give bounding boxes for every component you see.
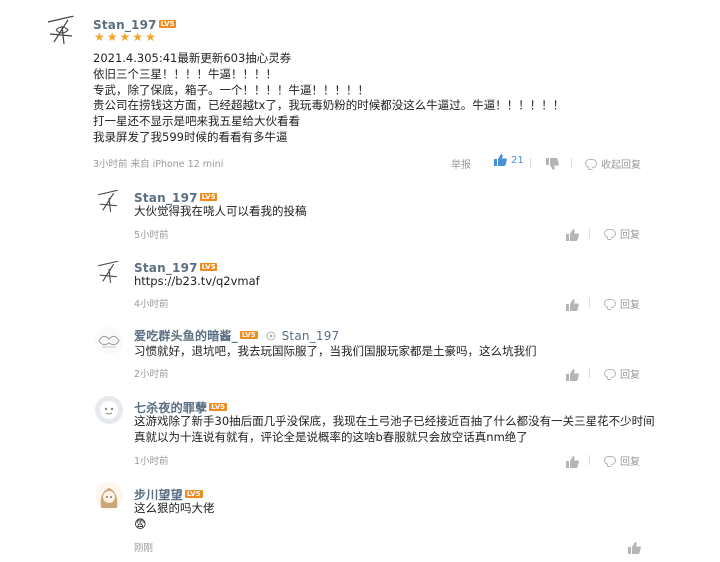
level-badge: LV5: [199, 262, 218, 271]
thumb-up-icon: [566, 299, 579, 311]
star-icon: ★: [106, 30, 118, 44]
level-badge: LV5: [199, 192, 218, 201]
comment-icon: [604, 299, 616, 308]
reply-meta: 4小时前: [134, 299, 169, 310]
emoji: 😨: [134, 517, 147, 531]
star-icon: ★: [119, 30, 131, 44]
comment-line: 贵公司在捞钱这方面，已经超越tx了，我玩毒奶粉的时候都没这么牛逼过。牛逼！！！！…: [93, 98, 565, 113]
comment-icon: [585, 159, 597, 168]
star-icon: ★: [94, 30, 105, 44]
comment-line: 打一星还不显示是吧来我五星给大伙看看: [93, 114, 300, 129]
divider: [530, 158, 531, 168]
reply-arrow-icon: [266, 331, 276, 340]
report-button[interactable]: 举报: [451, 156, 471, 171]
like-button[interactable]: [566, 453, 579, 472]
thumb-up-icon: [494, 154, 507, 166]
reply-label: 回复: [620, 457, 640, 468]
avatar[interactable]: [95, 187, 123, 215]
thumb-down-icon: [546, 158, 559, 170]
divider: [589, 228, 590, 238]
reply-button[interactable]: 回复: [604, 366, 640, 381]
divider: [589, 455, 590, 465]
reply-text: 习惯就好，退坑吧，我去玩国际服了，当我们国服玩家都是土豪吗，这么坑我们: [134, 344, 537, 358]
thumb-up-icon: [628, 542, 641, 554]
username[interactable]: 步川望望: [134, 488, 183, 502]
comment-line: 专武，除了保底，箱子。一个！！！！牛逼！！！！！: [93, 82, 369, 97]
level-badge: LV5: [239, 330, 258, 339]
reply-label: 回复: [620, 230, 640, 241]
reply-text: 大伙觉得我在哓人可以看我的投稿: [134, 204, 307, 218]
username[interactable]: 爱吃群头鱼的暗酱_: [134, 327, 238, 344]
level-badge: LV5: [184, 489, 203, 498]
star-rating: ★ ★ ★ ★ ★: [94, 31, 156, 43]
dislike-button[interactable]: [546, 155, 559, 174]
star-icon: ★: [145, 30, 156, 44]
reply-link[interactable]: https://b23.tv/q2vmaf: [134, 274, 260, 290]
username[interactable]: 七杀夜的罪孽: [134, 401, 207, 415]
reply-meta: 2小时前: [134, 369, 169, 380]
reply-meta: 5小时前: [134, 230, 169, 241]
like-button[interactable]: 21: [494, 154, 524, 166]
thumb-up-icon: [566, 456, 579, 468]
thumb-up-icon: [566, 369, 579, 381]
collapse-label: 收起回复: [601, 160, 641, 171]
reply-meta: 1小时前: [134, 456, 169, 467]
reply-body: 这游戏除了新手30抽后面几乎没保底，我现在土弓池子已经接近百抽了什么都没有一关三…: [134, 414, 655, 446]
reply-button[interactable]: 回复: [604, 296, 640, 311]
reply-meta: 刚刚: [134, 543, 154, 554]
reply-text: 这么狠的吗大佬: [134, 501, 215, 515]
comment-meta: 3小时前 来自 iPhone 12 mini: [93, 159, 224, 170]
divider: [589, 298, 590, 308]
level-badge: LV5: [209, 402, 227, 411]
level-badge: LV5: [158, 19, 177, 28]
reply-text: 这游戏除了新手30抽后面几乎没保底，我现在土弓池子已经接近百抽了什么都没有一关三…: [134, 414, 655, 428]
comment-body: 2021.4.305:41最新更新603抽心灵券 依旧三个三星！！！！牛逼！！！…: [93, 51, 564, 146]
like-count: 21: [511, 154, 524, 166]
like-button[interactable]: [566, 366, 579, 385]
reply-label: 回复: [620, 370, 640, 381]
like-button[interactable]: [566, 226, 579, 245]
reply-header: 爱吃群头鱼的暗酱_ LV5 Stan_197: [134, 327, 339, 344]
avatar[interactable]: [95, 482, 123, 510]
avatar[interactable]: [95, 396, 123, 424]
reply-to-username[interactable]: Stan_197: [282, 329, 340, 343]
divider: [589, 368, 590, 378]
thumb-up-icon: [566, 229, 579, 241]
comment-icon: [604, 229, 616, 238]
username[interactable]: Stan_197: [134, 261, 198, 275]
comment-line: 2021.4.305:41最新更新603抽心灵券: [93, 51, 292, 65]
reply-button[interactable]: 回复: [604, 226, 640, 241]
reply-label: 回复: [620, 300, 640, 311]
comment-icon: [604, 369, 616, 378]
like-button[interactable]: [566, 296, 579, 315]
comment-line: 我录屏发了我599时候的看看有多牛逼: [93, 129, 288, 144]
like-button[interactable]: [628, 539, 641, 558]
avatar[interactable]: [44, 12, 80, 48]
avatar[interactable]: [95, 258, 123, 286]
username[interactable]: Stan_197: [134, 191, 198, 205]
reply-button[interactable]: 回复: [604, 453, 640, 468]
divider: [571, 158, 572, 168]
comment-icon: [604, 456, 616, 465]
avatar[interactable]: [95, 327, 123, 355]
reply-text: 真就以为十连说有就有，评论全是说概率的这啥b春服就只会放空话真nm绝了: [134, 429, 528, 444]
comment-line: 依旧三个三星！！！！牛逼！！！！: [93, 66, 277, 81]
collapse-replies-button[interactable]: 收起回复: [585, 156, 641, 171]
star-icon: ★: [132, 30, 144, 44]
